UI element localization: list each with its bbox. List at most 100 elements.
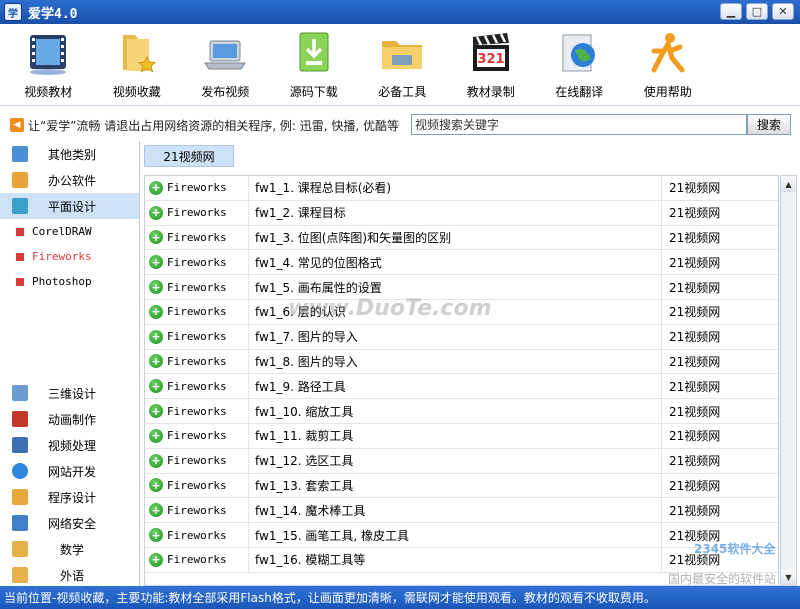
add-icon[interactable]: + bbox=[149, 453, 163, 468]
sidebar-item-animation[interactable]: 动画制作 bbox=[0, 406, 139, 432]
sidebar-item-label: 其他类别 bbox=[48, 147, 97, 162]
window-controls: ▁ □ ✕ bbox=[720, 3, 794, 20]
sidebar-sub-coreldraw[interactable]: CorelDRAW bbox=[0, 219, 139, 244]
toolbar-label: 发布视频 bbox=[201, 85, 250, 99]
sidebar-item-programming[interactable]: 程序设计 bbox=[0, 484, 139, 510]
sidebar-item-foreign-language[interactable]: 外语 bbox=[0, 562, 139, 588]
row-source: 21视频网 bbox=[669, 454, 721, 469]
expand-icon bbox=[16, 277, 24, 286]
toolbar-online-translate[interactable]: 在线翻译 bbox=[535, 24, 624, 106]
add-icon[interactable]: + bbox=[149, 280, 163, 295]
row-title[interactable]: fw1_12. 选区工具 bbox=[248, 448, 662, 473]
close-button[interactable]: ✕ bbox=[772, 3, 794, 20]
table-row[interactable]: + Fireworks fw1_1. 课程总目标(必看) 21视频网 bbox=[145, 176, 778, 201]
row-title[interactable]: fw1_8. 图片的导入 bbox=[248, 349, 662, 374]
add-icon[interactable]: + bbox=[149, 428, 163, 443]
scroll-down-icon[interactable]: ▼ bbox=[781, 569, 796, 585]
sidebar-item-3d-design[interactable]: 三维设计 bbox=[0, 380, 139, 406]
row-category: Fireworks bbox=[167, 429, 227, 443]
row-category: Fireworks bbox=[167, 503, 227, 517]
sidebar-sub-photoshop[interactable]: Photoshop bbox=[0, 269, 139, 294]
add-icon[interactable]: + bbox=[149, 180, 163, 195]
laptop-icon bbox=[204, 40, 247, 70]
row-title[interactable]: fw1_6. 层的认识 bbox=[248, 299, 662, 324]
row-title[interactable]: fw1_1. 课程总目标(必看) bbox=[248, 176, 662, 200]
row-title[interactable]: fw1_15. 画笔工具, 橡皮工具 bbox=[248, 523, 662, 547]
toolbar-video-materials[interactable]: 视频教材 bbox=[4, 24, 93, 106]
scroll-up-icon[interactable]: ▲ bbox=[781, 176, 796, 192]
sidebar-item-network-security[interactable]: 网络安全 bbox=[0, 510, 139, 536]
minimize-button[interactable]: ▁ bbox=[720, 3, 742, 20]
table-row[interactable]: + Fireworks fw1_7. 图片的导入 21视频网 bbox=[145, 324, 778, 350]
row-title[interactable]: fw1_7. 图片的导入 bbox=[248, 324, 662, 349]
add-icon[interactable]: + bbox=[149, 304, 163, 319]
table-row[interactable]: + Fireworks fw1_13. 套索工具 21视频网 bbox=[145, 473, 778, 499]
table-row[interactable]: + Fireworks fw1_9. 路径工具 21视频网 bbox=[145, 374, 778, 400]
table-row[interactable]: + Fireworks fw1_16. 模糊工具等 21视频网 bbox=[145, 547, 778, 573]
table-row[interactable]: + Fireworks fw1_8. 图片的导入 21视频网 bbox=[145, 349, 778, 375]
add-icon[interactable]: + bbox=[149, 354, 163, 369]
folder-icon bbox=[382, 41, 423, 69]
toolbar-help[interactable]: 使用帮助 bbox=[624, 24, 713, 106]
sidebar-item-video-processing[interactable]: 视频处理 bbox=[0, 432, 139, 458]
sidebar-item-label: 三维设计 bbox=[48, 386, 97, 401]
sidebar-item-web-dev[interactable]: 网站开发 bbox=[0, 458, 139, 484]
title-bar: 学 爱学4.0 ▁ □ ✕ bbox=[0, 0, 800, 24]
search-input[interactable] bbox=[411, 114, 747, 135]
add-icon[interactable]: + bbox=[149, 552, 163, 567]
table-row[interactable]: + Fireworks fw1_11. 裁剪工具 21视频网 bbox=[145, 423, 778, 449]
notice-text: 让“爱学”流畅 请退出占用网络资源的相关程序, 例: 迅雷, 快播, 优酷等 bbox=[28, 118, 399, 133]
sidebar-item-math[interactable]: 数学 bbox=[0, 536, 139, 562]
vertical-scrollbar[interactable]: ▲ ▼ bbox=[780, 175, 797, 586]
table-row[interactable]: + Fireworks fw1_5. 画布属性的设置 21视频网 bbox=[145, 275, 778, 300]
toolbar-essential-tools[interactable]: 必备工具 bbox=[358, 24, 447, 106]
add-icon[interactable]: + bbox=[149, 478, 163, 493]
row-title[interactable]: fw1_10. 缩放工具 bbox=[248, 399, 662, 423]
table-row[interactable]: + Fireworks fw1_2. 课程目标 21视频网 bbox=[145, 200, 778, 226]
add-icon[interactable]: + bbox=[149, 528, 163, 543]
row-title[interactable]: fw1_9. 路径工具 bbox=[248, 374, 662, 399]
add-icon[interactable]: + bbox=[149, 329, 163, 344]
table-row[interactable]: + Fireworks fw1_14. 魔术棒工具 21视频网 bbox=[145, 498, 778, 524]
pen-icon bbox=[12, 198, 28, 214]
row-source: 21视频网 bbox=[669, 280, 721, 295]
row-category: Fireworks bbox=[167, 379, 227, 393]
row-title[interactable]: fw1_16. 模糊工具等 bbox=[248, 547, 662, 572]
toolbar-video-favorites[interactable]: 视频收藏 bbox=[93, 24, 182, 106]
sidebar-item-label: 程序设计 bbox=[48, 490, 97, 505]
sidebar-item-other[interactable]: 其他类别 bbox=[0, 141, 139, 167]
row-title[interactable]: fw1_3. 位图(点阵图)和矢量图的区别 bbox=[248, 225, 662, 250]
sidebar-item-office[interactable]: 办公软件 bbox=[0, 167, 139, 193]
table-row[interactable]: + Fireworks fw1_4. 常见的位图格式 21视频网 bbox=[145, 250, 778, 276]
toolbar-source-download[interactable]: 源码下载 bbox=[270, 24, 359, 106]
table-row[interactable]: + Fireworks fw1_6. 层的认识 21视频网 bbox=[145, 299, 778, 325]
app-logo-icon: 学 bbox=[4, 3, 22, 21]
toolbar-publish-video[interactable]: 发布视频 bbox=[181, 24, 270, 106]
tab-21video[interactable]: 21视频网 bbox=[144, 145, 234, 167]
table-row[interactable]: + Fireworks fw1_10. 缩放工具 21视频网 bbox=[145, 399, 778, 424]
sidebar-sub-fireworks[interactable]: Fireworks bbox=[0, 244, 139, 269]
row-title[interactable]: fw1_14. 魔术棒工具 bbox=[248, 498, 662, 523]
table-row[interactable]: + Fireworks fw1_12. 选区工具 21视频网 bbox=[145, 448, 778, 474]
row-source: 21视频网 bbox=[669, 553, 721, 568]
sidebar-item-graphic-design[interactable]: 平面设计 bbox=[0, 193, 139, 219]
row-title[interactable]: fw1_11. 裁剪工具 bbox=[248, 423, 662, 448]
add-icon[interactable]: + bbox=[149, 230, 163, 245]
maximize-button[interactable]: □ bbox=[746, 3, 768, 20]
add-icon[interactable]: + bbox=[149, 503, 163, 518]
row-title[interactable]: fw1_5. 画布属性的设置 bbox=[248, 275, 662, 299]
search-button[interactable]: 搜索 bbox=[747, 114, 791, 135]
add-icon[interactable]: + bbox=[149, 205, 163, 220]
table-row[interactable]: + Fireworks fw1_15. 画笔工具, 橡皮工具 21视频网 bbox=[145, 523, 778, 548]
row-category: Fireworks bbox=[167, 181, 227, 195]
toolbar-material-recording[interactable]: 321 教材录制 bbox=[447, 24, 536, 106]
help-runner-icon bbox=[651, 33, 685, 73]
row-title[interactable]: fw1_4. 常见的位图格式 bbox=[248, 250, 662, 275]
add-icon[interactable]: + bbox=[149, 255, 163, 270]
table-row[interactable]: + Fireworks fw1_3. 位图(点阵图)和矢量图的区别 21视频网 bbox=[145, 225, 778, 251]
row-source: 21视频网 bbox=[669, 206, 721, 221]
row-title[interactable]: fw1_13. 套索工具 bbox=[248, 473, 662, 498]
add-icon[interactable]: + bbox=[149, 379, 163, 394]
row-title[interactable]: fw1_2. 课程目标 bbox=[248, 200, 662, 225]
add-icon[interactable]: + bbox=[149, 404, 163, 419]
